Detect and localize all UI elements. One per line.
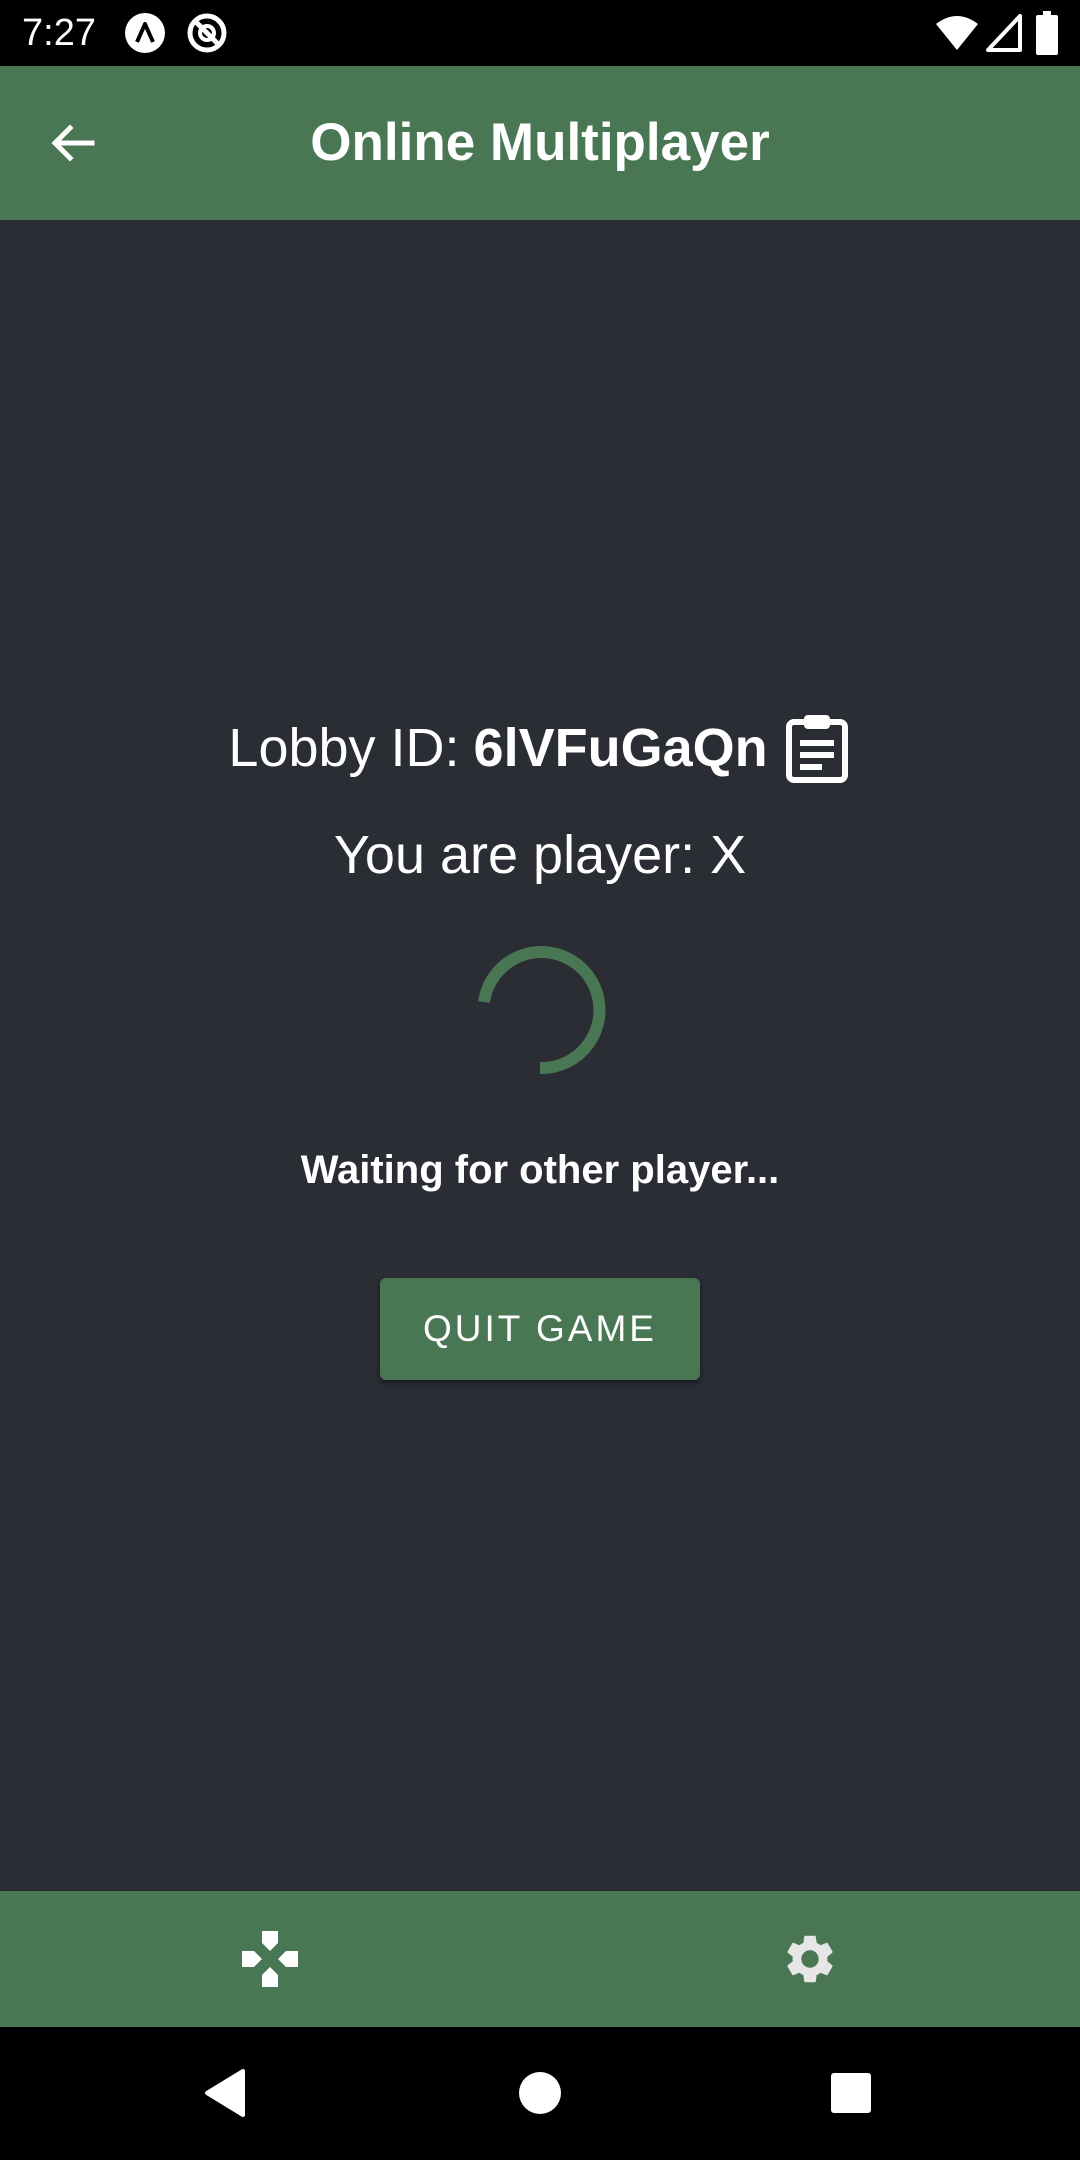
- back-button[interactable]: [30, 101, 114, 185]
- notification-a-icon: [124, 12, 166, 54]
- main-content: Lobby ID: 6lVFuGaQn You are player: X Wa…: [0, 220, 1080, 1891]
- lobby-label: Lobby ID:: [228, 718, 460, 778]
- system-home-button[interactable]: [507, 2060, 573, 2126]
- app-bar: Online Multiplayer: [0, 66, 1080, 220]
- status-time: 7:27: [22, 12, 96, 54]
- system-back-button[interactable]: [192, 2060, 258, 2126]
- signal-icon: [986, 14, 1022, 52]
- waiting-status: Waiting for other player...: [300, 1148, 780, 1192]
- gamepad-icon: [242, 1931, 298, 1987]
- quit-game-button[interactable]: QUIT GAME: [380, 1278, 700, 1380]
- gear-icon: [787, 1935, 833, 1983]
- copy-lobby-id-button[interactable]: [782, 710, 852, 786]
- nav-item-game[interactable]: [0, 1891, 540, 2027]
- home-circle-icon: [519, 2072, 561, 2114]
- system-recents-button[interactable]: [818, 2060, 884, 2126]
- notification-b-icon: [186, 12, 228, 54]
- clipboard-icon: [785, 715, 848, 783]
- arrow-back-icon: [51, 124, 95, 162]
- nav-item-settings[interactable]: [540, 1891, 1080, 2027]
- player-assignment: You are player: X: [333, 825, 747, 885]
- wifi-icon: [935, 14, 979, 52]
- system-nav-bar: [0, 2027, 1080, 2160]
- lobby-row: Lobby ID: 6lVFuGaQn: [0, 708, 1080, 788]
- battery-icon: [1036, 11, 1058, 55]
- back-triangle-icon: [205, 2069, 245, 2117]
- screen: 7:27 Online Multiplayer Lobby ID: 6lVFuG…: [0, 0, 1080, 2160]
- recents-square-icon: [831, 2073, 871, 2113]
- lobby-id[interactable]: 6lVFuGaQn: [474, 717, 768, 779]
- loading-spinner: [478, 946, 606, 1075]
- bottom-nav: [0, 1891, 1080, 2027]
- status-bar: 7:27: [0, 0, 1080, 66]
- app-title: Online Multiplayer: [310, 113, 770, 172]
